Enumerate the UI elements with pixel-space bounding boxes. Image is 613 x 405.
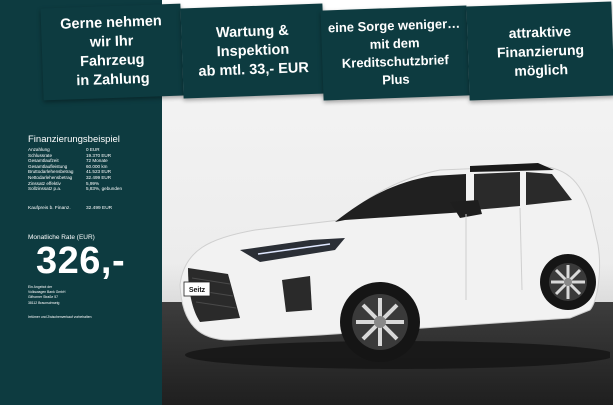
banner-text: eine Sorge weniger… mit dem Kreditschutz… bbox=[327, 15, 461, 88]
banner-credit-protection: eine Sorge weniger… mit dem Kreditschutz… bbox=[320, 5, 470, 101]
banner-text: Wartung & Inspektion ab mtl. 33,- EUR bbox=[198, 22, 310, 80]
purchase-price-row: Kaufpreis b. Finanz. 32.499 EUR bbox=[28, 206, 112, 211]
financing-title: Finanzierungsbeispiel bbox=[28, 134, 120, 145]
bank-line: 38112 Braunschweig bbox=[28, 300, 60, 305]
table-row: Sollzinssatz p.a. 5,83%, gebunden bbox=[28, 186, 156, 192]
banner-text: attraktive Finanzierung möglich bbox=[496, 22, 585, 79]
banner-text: Gerne nehmen wir Ihr Fahrzeug in Zahlung bbox=[59, 13, 163, 90]
banner-financing: attraktive Finanzierung möglich bbox=[466, 1, 613, 101]
ad-page: Seitz Finanzierungsbeispiel Anzahlung 0 E… bbox=[0, 0, 613, 405]
monthly-rate-value: 326,- bbox=[36, 240, 126, 282]
row-value: 5,83%, gebunden bbox=[86, 186, 123, 192]
disclaimer-note: Irrtümer und Zwischenverkauf vorbehalten bbox=[28, 315, 92, 319]
purchase-price-label: Kaufpreis b. Finanz. bbox=[28, 206, 71, 211]
financing-table: Anzahlung 0 EUR Schlussrate 19.370 EUR Ges… bbox=[28, 147, 156, 192]
purchase-price-value: 32.499 EUR bbox=[86, 206, 113, 211]
banner-trade-in: Gerne nehmen wir Ihr Fahrzeug in Zahlung bbox=[40, 3, 184, 101]
car-image: Seitz bbox=[179, 163, 610, 369]
banner-maintenance: Wartung & Inspektion ab mtl. 33,- EUR bbox=[180, 3, 326, 99]
bank-info: Ein Angebot der Volkswagen Bank GmbH Gif… bbox=[28, 285, 66, 306]
row-label: Sollzinssatz p.a. bbox=[28, 186, 62, 192]
plate-text: Seitz bbox=[189, 287, 206, 294]
